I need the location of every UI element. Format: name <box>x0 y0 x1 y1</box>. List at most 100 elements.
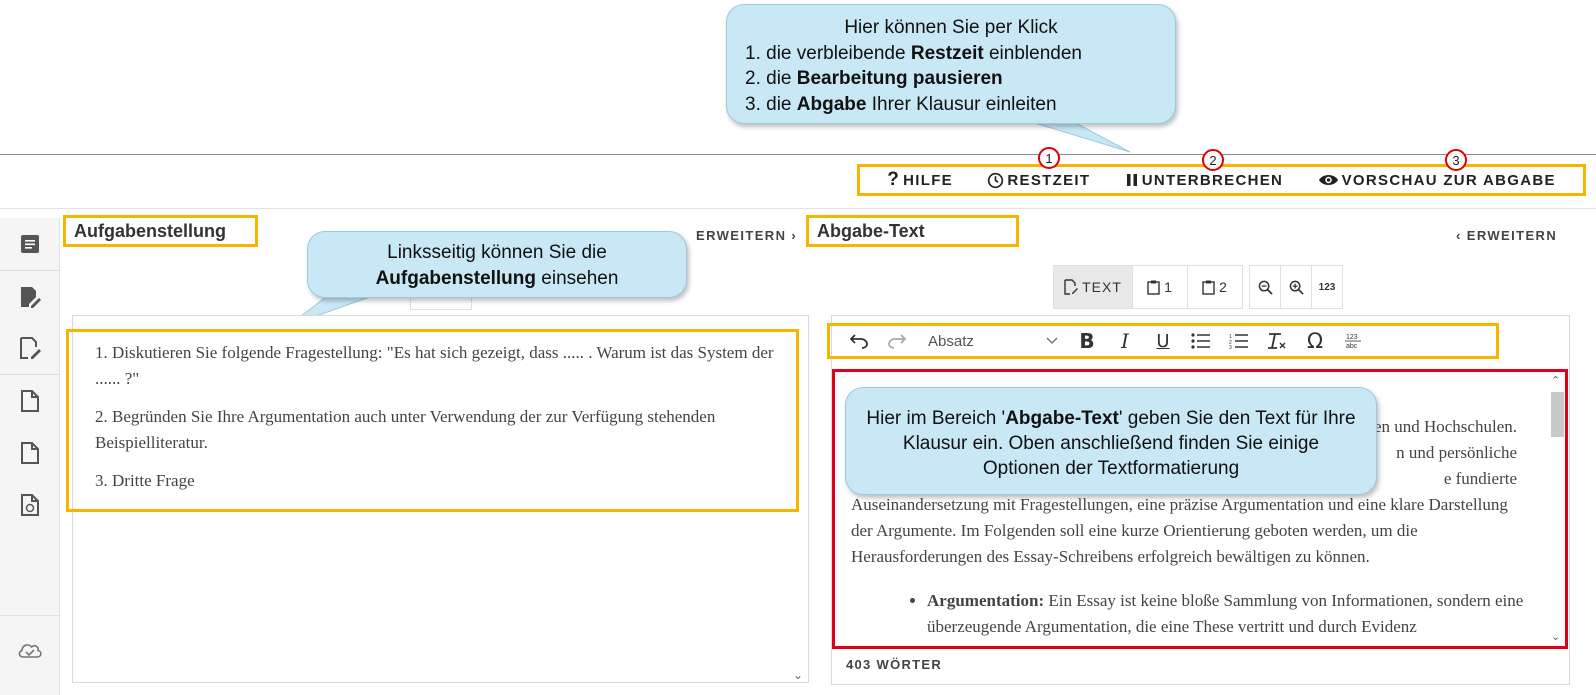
sidebar-item-instructions[interactable] <box>0 218 60 270</box>
file-code-icon <box>21 494 39 516</box>
panel-title-submission: Abgabe-Text <box>806 215 1019 247</box>
editor-paragraph: Auseinandersetzung mit Fragestellungen, … <box>851 495 1508 566</box>
time-remaining-button[interactable]: RESTZEIT <box>987 172 1090 189</box>
special-char-button[interactable]: Ω <box>1296 326 1334 356</box>
callout-top-line3: 3. die Abgabe Ihrer Klausur einleiten <box>745 93 1057 115</box>
preview-submission-button[interactable]: VORSCHAU ZUR ABGABE <box>1318 172 1556 189</box>
editor-bullet: Argumentation: Ein Essay ist keine bloße… <box>927 588 1531 640</box>
marker-2: 2 <box>1202 149 1224 171</box>
bullet-list-icon <box>1191 333 1210 349</box>
marker-3: 3 <box>1445 149 1467 171</box>
clear-format-button[interactable] <box>1258 326 1296 356</box>
italic-icon: I <box>1121 329 1129 353</box>
sidebar <box>0 218 60 695</box>
task-item: 2. Begründen Sie Ihre Argumentation auch… <box>95 407 716 452</box>
underline-icon: U <box>1156 330 1170 352</box>
clipboard-icon <box>1202 280 1215 295</box>
expand-right-button[interactable]: ‹ ERWEITERN <box>1456 228 1557 243</box>
edit-document-icon <box>1064 279 1079 295</box>
scroll-thumb[interactable] <box>1551 392 1564 437</box>
task-item: 3. Dritte Frage <box>95 471 195 490</box>
pause-label: UNTERBRECHEN <box>1141 171 1284 189</box>
sync-status <box>0 624 60 676</box>
scroll-down-arrow[interactable]: ⌄ <box>793 668 803 682</box>
clipboard-icon <box>1147 280 1160 295</box>
undo-icon <box>849 334 868 349</box>
spellcheck-icon: 123 abc <box>1345 334 1361 350</box>
redo-icon <box>888 334 907 349</box>
sidebar-item-file-3[interactable] <box>0 479 60 531</box>
numbered-list-icon: 123 <box>1229 334 1248 349</box>
task-list: 1. Diskutieren Sie folgende Fragestellun… <box>66 329 799 512</box>
sidebar-item-edit-notes[interactable] <box>0 271 60 323</box>
top-rule <box>0 154 1596 155</box>
italic-button[interactable]: I <box>1106 326 1144 356</box>
edit-note-icon <box>21 287 41 308</box>
paragraph-style-select[interactable]: Absatz <box>922 328 1062 354</box>
help-button[interactable]: ? HILFE <box>887 169 953 191</box>
zoom-out-button[interactable] <box>1249 265 1281 309</box>
callout-top-line1: 1. die verbleibende Restzeit einblenden <box>745 42 1082 64</box>
help-label: HILFE <box>903 171 953 189</box>
time-label: RESTZEIT <box>1007 171 1091 189</box>
file-icon <box>21 442 39 464</box>
bullet-list-button[interactable] <box>1182 326 1220 356</box>
scroll-down-arrow[interactable]: ⌄ <box>1551 632 1560 643</box>
numbered-list-button[interactable]: 123 <box>1220 326 1258 356</box>
callout-left-line1: Linksseitig können Sie die <box>387 242 607 263</box>
chevron-down-icon <box>1046 337 1058 345</box>
document-list-icon <box>21 235 39 253</box>
sidebar-item-edit-text[interactable] <box>0 322 60 374</box>
callout-submission-hint: Hier im Bereich 'Abgabe-Text' geben Sie … <box>845 387 1377 495</box>
tab-note-2[interactable]: 2 <box>1187 265 1243 309</box>
sidebar-item-file-1[interactable] <box>0 375 60 427</box>
omega-icon: Ω <box>1306 329 1324 353</box>
chevron-right-icon: › <box>791 228 798 243</box>
clear-format-icon <box>1268 333 1286 349</box>
editor-fragment: en und Hochschulen. <box>1373 417 1517 436</box>
zoom-out-icon <box>1258 280 1273 295</box>
marker-1: 1 <box>1038 147 1060 169</box>
callout-left-line2: Aufgabenstellung einsehen <box>375 268 619 289</box>
tab-note-1[interactable]: 1 <box>1132 265 1188 309</box>
undo-button[interactable] <box>840 326 878 356</box>
zoom-in-button[interactable] <box>1280 265 1312 309</box>
panel-title-instructions: Aufgabenstellung <box>63 215 258 247</box>
task-item: 1. Diskutieren Sie folgende Fragestellun… <box>95 343 774 388</box>
svg-text:123: 123 <box>1346 334 1358 341</box>
spellcheck-button[interactable]: 123 abc <box>1334 326 1372 356</box>
editor-scrollbar[interactable]: ⌃ ⌄ <box>1548 376 1564 643</box>
word-count-toggle[interactable]: 123 <box>1311 265 1343 309</box>
expand-left-button[interactable]: ERWEITERN › <box>696 228 797 243</box>
svg-text:3: 3 <box>1229 345 1232 349</box>
bold-button[interactable]: B <box>1068 326 1106 356</box>
chevron-left-icon: ‹ <box>1456 228 1462 243</box>
tab-text[interactable]: TEXT <box>1053 265 1133 309</box>
exam-editor-page: ? HILFE RESTZEIT UNTERBRECHEN VORSCHAU Z… <box>0 0 1596 695</box>
eye-icon <box>1318 174 1338 186</box>
cloud-check-icon <box>18 644 42 658</box>
underline-button[interactable]: U <box>1144 326 1182 356</box>
bold-icon: B <box>1079 329 1095 353</box>
sidebar-item-file-2[interactable] <box>0 427 60 479</box>
preview-label: VORSCHAU ZUR ABGABE <box>1341 171 1556 189</box>
file-icon <box>21 390 39 412</box>
question-mark-icon: ? <box>887 169 901 190</box>
pause-icon <box>1126 174 1137 186</box>
edit-document-icon <box>20 337 41 359</box>
sidebar-divider <box>0 615 60 616</box>
pause-button[interactable]: UNTERBRECHEN <box>1125 172 1283 189</box>
view-mode-tabs: TEXT 1 2 123 <box>1053 265 1343 309</box>
scroll-up-arrow[interactable]: ⌃ <box>1551 376 1560 387</box>
word-count: 403 WÖRTER <box>846 657 943 672</box>
clock-icon <box>988 172 1004 188</box>
exam-toolbar: ? HILFE RESTZEIT UNTERBRECHEN VORSCHAU Z… <box>857 164 1586 196</box>
editor-fragment: e fundierte <box>1443 469 1517 488</box>
svg-text:abc: abc <box>1346 343 1358 350</box>
redo-button[interactable] <box>878 326 916 356</box>
callout-toolbar-hint: Hier können Sie per Klick 1. die verblei… <box>726 4 1176 124</box>
format-toolbar: Absatz B I U 123 Ω 123 abc <box>827 323 1499 359</box>
header-rule <box>0 208 1596 209</box>
callout-instructions-hint: Linksseitig können Sie die Aufgabenstell… <box>307 231 687 298</box>
callout-top-line2: 2. die Bearbeitung pausieren <box>745 68 1003 89</box>
